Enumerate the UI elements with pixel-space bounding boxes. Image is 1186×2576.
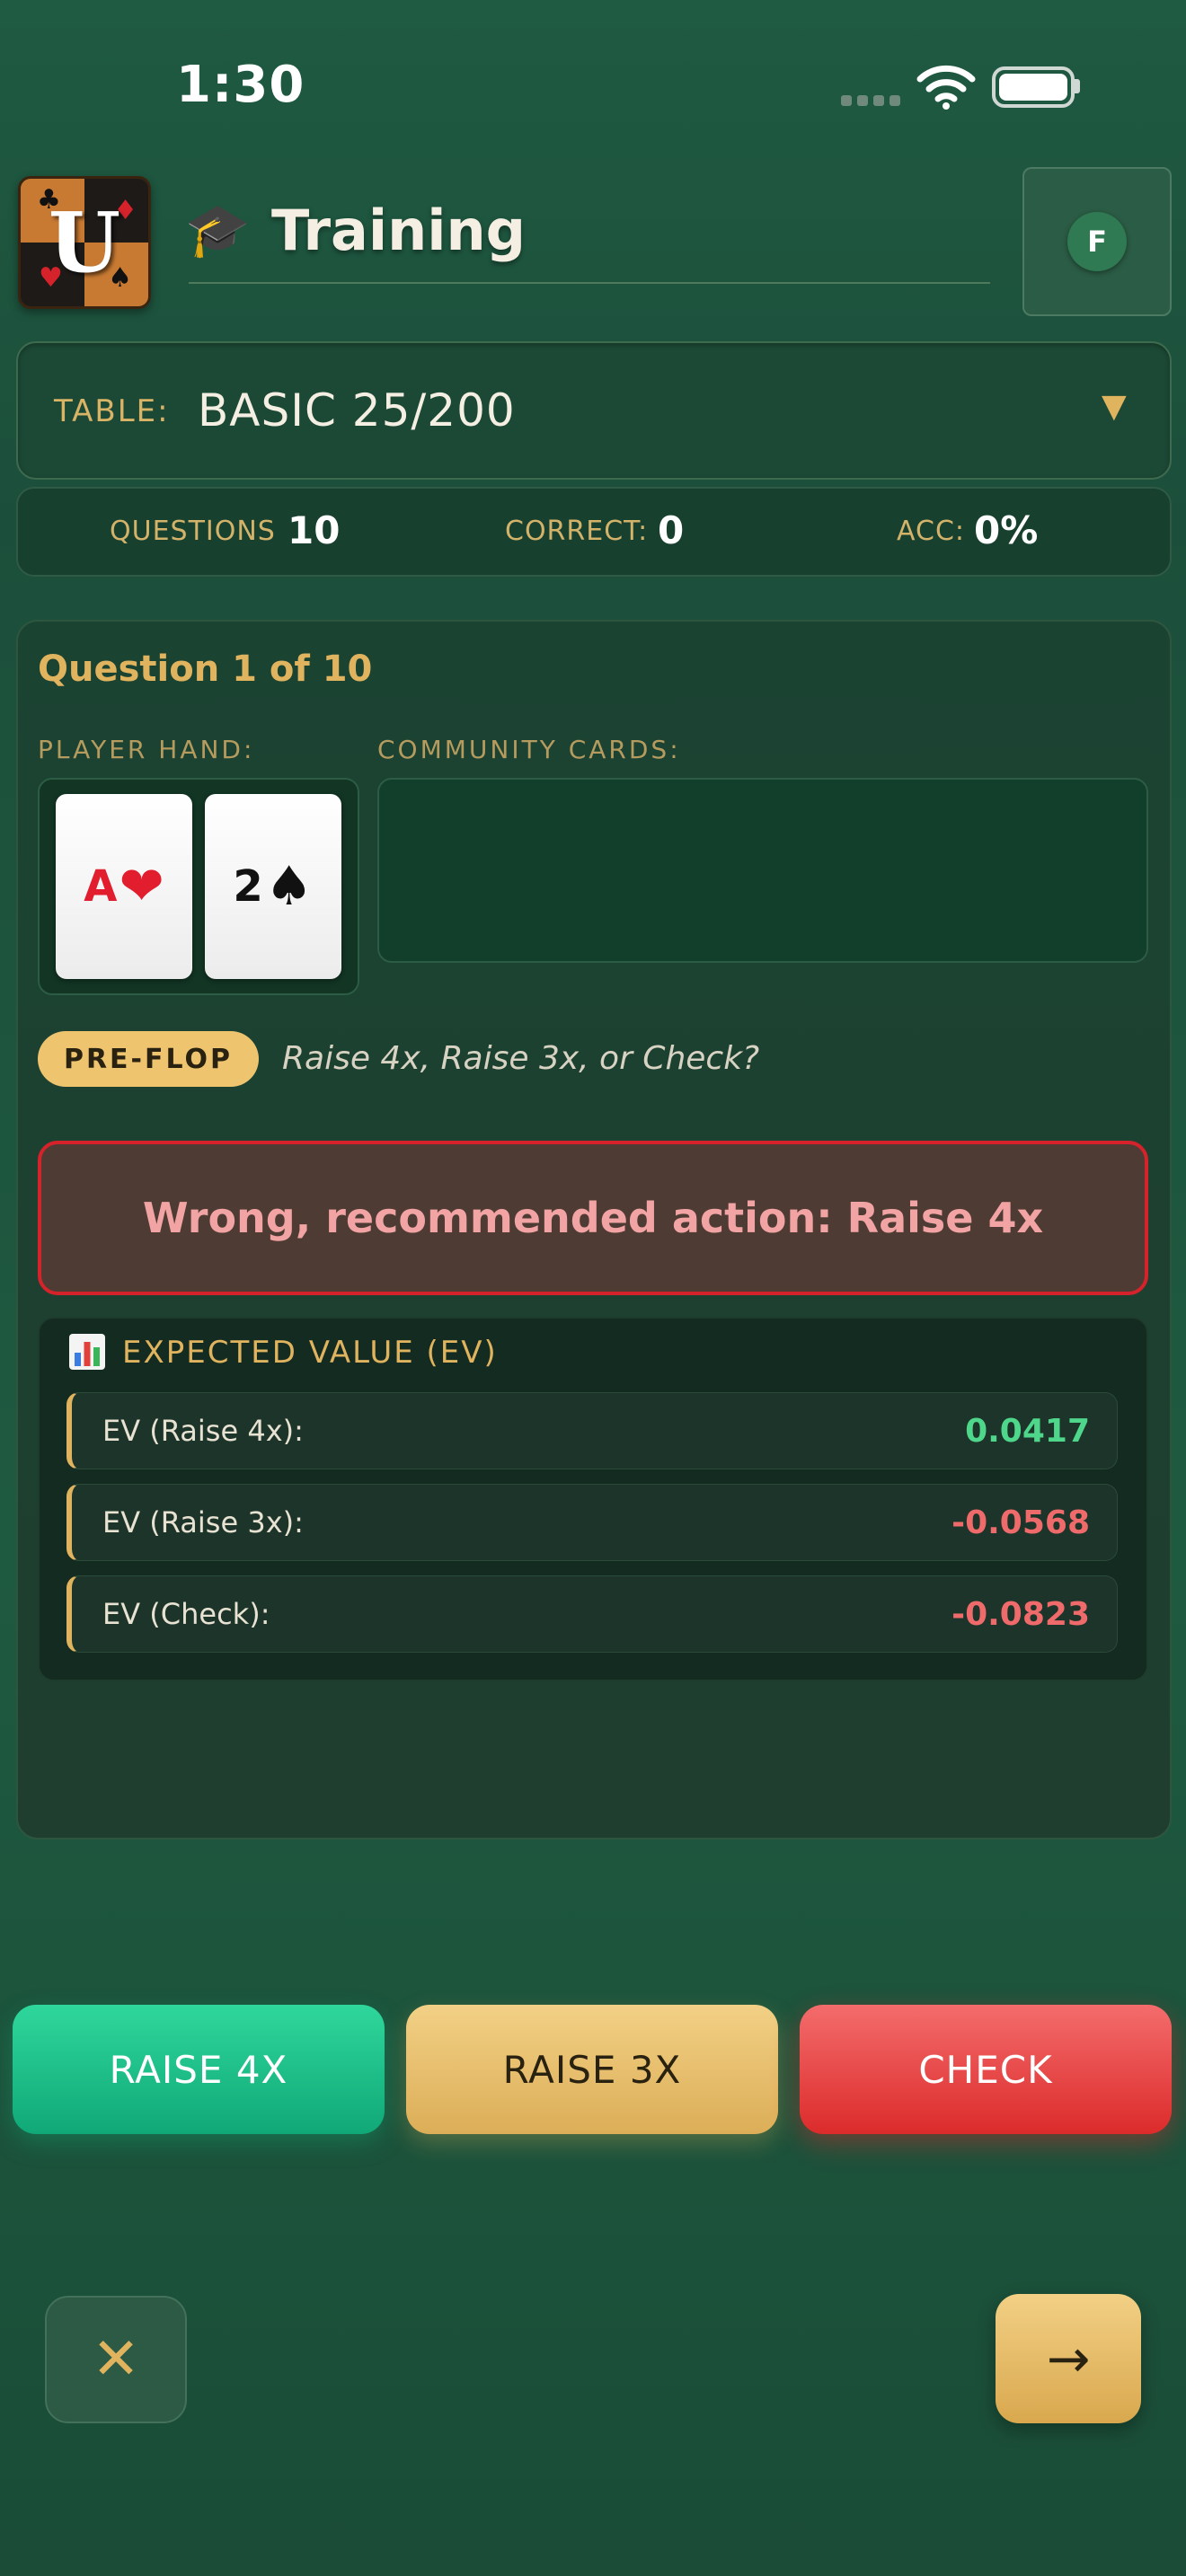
street-badge: PRE-FLOP [38, 1031, 259, 1087]
question-prompt: Raise 4x, Raise 3x, or Check? [282, 1040, 760, 1077]
chevron-down-icon[interactable]: ▼ [1102, 388, 1127, 425]
arrow-right-icon: → [1046, 2328, 1091, 2389]
ev-value: -0.0568 [951, 1504, 1090, 1541]
table-value[interactable]: BASIC 25/200 [198, 384, 516, 437]
ev-row: EV (Raise 4x): 0.0417 [66, 1392, 1118, 1469]
ev-row: EV (Raise 3x): -0.0568 [66, 1484, 1118, 1561]
accuracy-label: ACC: [897, 516, 965, 547]
battery-tip [1075, 79, 1080, 93]
ev-value: 0.0417 [965, 1412, 1090, 1450]
spade-suit-icon: ♠ [264, 855, 314, 918]
close-icon: ✕ [92, 2326, 140, 2393]
avatar[interactable]: F [1067, 212, 1127, 271]
card-rank: A [84, 861, 118, 912]
logo-letter: U [48, 194, 121, 291]
ev-row: EV (Check): -0.0823 [66, 1575, 1118, 1653]
table-label: TABLE: [54, 393, 170, 429]
status-time: 1:30 [176, 56, 305, 114]
playing-card: A ❤ [56, 794, 192, 979]
page-title: Training [271, 198, 527, 263]
close-button[interactable]: ✕ [45, 2296, 187, 2423]
ev-label: EV (Raise 3x): [102, 1505, 304, 1539]
playing-card: 2 ♠ [205, 794, 341, 979]
ev-label: EV (Check): [102, 1597, 270, 1631]
questions-value: 10 [288, 508, 341, 552]
battery-icon [992, 66, 1075, 108]
next-button[interactable]: → [996, 2294, 1141, 2423]
title-divider [189, 282, 990, 284]
wifi-icon [916, 65, 976, 110]
accuracy-value: 0% [974, 508, 1039, 552]
heart-suit-icon: ❤ [119, 855, 164, 918]
bar-chart-icon [69, 1334, 105, 1370]
ev-title: EXPECTED VALUE (EV) [122, 1335, 498, 1371]
table-selector[interactable] [16, 341, 1172, 480]
ev-value: -0.0823 [951, 1595, 1090, 1633]
player-hand-label: PLAYER HAND: [38, 735, 255, 764]
feedback-banner: Wrong, recommended action: Raise 4x [38, 1141, 1148, 1295]
correct-label: CORRECT: [505, 516, 649, 547]
community-cards-label: COMMUNITY CARDS: [377, 735, 681, 764]
raise-3x-button[interactable]: RAISE 3X [406, 2005, 778, 2134]
cellular-signal-icon [841, 95, 900, 106]
raise-4x-button[interactable]: RAISE 4X [13, 2005, 385, 2134]
ev-label: EV (Raise 4x): [102, 1414, 304, 1448]
questions-label: QUESTIONS [110, 516, 276, 547]
graduation-cap-icon: 🎓 [185, 199, 251, 260]
question-title: Question 1 of 10 [38, 648, 373, 690]
correct-value: 0 [658, 508, 685, 552]
community-cards-area [377, 778, 1148, 963]
card-rank: 2 [233, 861, 263, 912]
check-button[interactable]: CHECK [800, 2005, 1172, 2134]
